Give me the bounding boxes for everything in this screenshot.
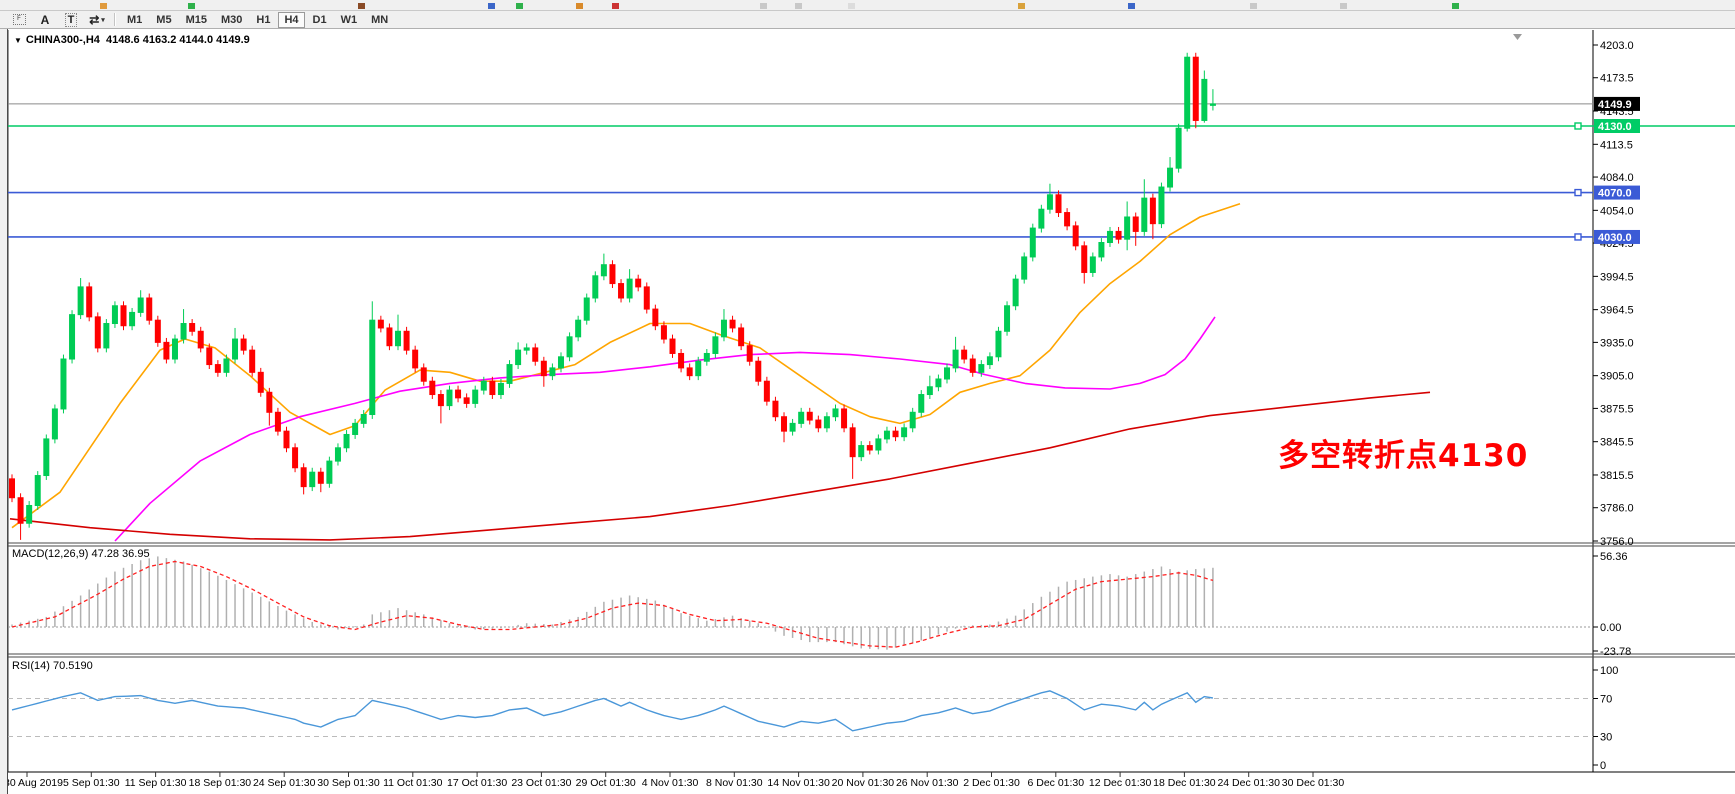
clipped-icon-fragment — [576, 3, 583, 9]
rsi-indicator-label: RSI(14) 70.5190 — [12, 660, 93, 672]
drawing-tools-group: F A T ⇄▾ — [6, 12, 110, 27]
timeframe-button-mn[interactable]: MN — [365, 12, 394, 28]
chart-symbol-title: ▼ CHINA300-,H4 4148.6 4163.2 4144.0 4149.… — [14, 34, 250, 46]
clipped-icon-fragment — [516, 3, 523, 9]
window-left-gutter — [0, 28, 8, 794]
timeframe-button-d1[interactable]: D1 — [307, 12, 333, 28]
clipped-icon-fragment — [1250, 3, 1257, 9]
clipped-icon-fragment — [760, 3, 767, 9]
grid-properties-tool-button[interactable]: F — [7, 12, 31, 27]
text-label-tool-button[interactable]: T — [59, 12, 83, 27]
timeframe-buttons-group: M1M5M15M30H1H4D1W1MN — [120, 12, 395, 28]
font-tool-glyph: A — [41, 13, 50, 27]
clipped-toolbar-row[interactable] — [0, 0, 1735, 11]
timeframe-button-h1[interactable]: H1 — [250, 12, 276, 28]
timeframe-button-m30[interactable]: M30 — [215, 12, 248, 28]
clipped-icon-fragment — [188, 3, 195, 9]
symbol-period-text: CHINA300-,H4 — [26, 34, 100, 46]
font-tool-button[interactable]: A — [33, 12, 57, 27]
timeframe-button-m1[interactable]: M1 — [121, 12, 148, 28]
clipped-icon-fragment — [795, 3, 802, 9]
chart-toolbar: F A T ⇄▾ M1M5M15M30H1H4D1W1MN — [0, 11, 1735, 29]
style-switch-tool-button[interactable]: ⇄▾ — [85, 12, 109, 27]
text-label-tool-glyph: T — [65, 13, 78, 27]
dropdown-caret-icon: ▾ — [101, 16, 105, 24]
clipped-icon-fragment — [612, 3, 619, 9]
clipped-icon-fragment — [358, 3, 365, 9]
clipped-icon-fragment — [1128, 3, 1135, 9]
toolbar-separator — [114, 13, 116, 26]
dotted-grid-icon: F — [13, 14, 26, 25]
timeframe-button-m5[interactable]: M5 — [150, 12, 177, 28]
style-switch-tool-glyph: ⇄ — [89, 13, 99, 27]
clipped-icon-fragment — [1340, 3, 1347, 9]
clipped-icon-fragment — [1018, 3, 1025, 9]
chart-area[interactable] — [0, 28, 1735, 794]
chart-text-annotation[interactable]: 多空转折点4130 — [1278, 430, 1528, 475]
timeframe-button-w1[interactable]: W1 — [335, 12, 364, 28]
clipped-icon-fragment — [848, 3, 855, 9]
clipped-icon-fragment — [488, 3, 495, 9]
ohlc-values-text: 4148.6 4163.2 4144.0 4149.9 — [106, 34, 250, 46]
timeframe-button-h4[interactable]: H4 — [278, 12, 304, 28]
macd-indicator-label: MACD(12,26,9) 47.28 36.95 — [12, 548, 150, 560]
clipped-icon-fragment — [1452, 3, 1459, 9]
trading-terminal-window: FAT⇄▾ M1M5M15M30H1H4D1W1MN 4203.04173.54… — [0, 0, 1735, 794]
collapse-triangle-icon: ▼ — [14, 36, 22, 45]
timeframe-button-m15[interactable]: M15 — [180, 12, 213, 28]
clipped-icon-fragment — [100, 3, 107, 9]
